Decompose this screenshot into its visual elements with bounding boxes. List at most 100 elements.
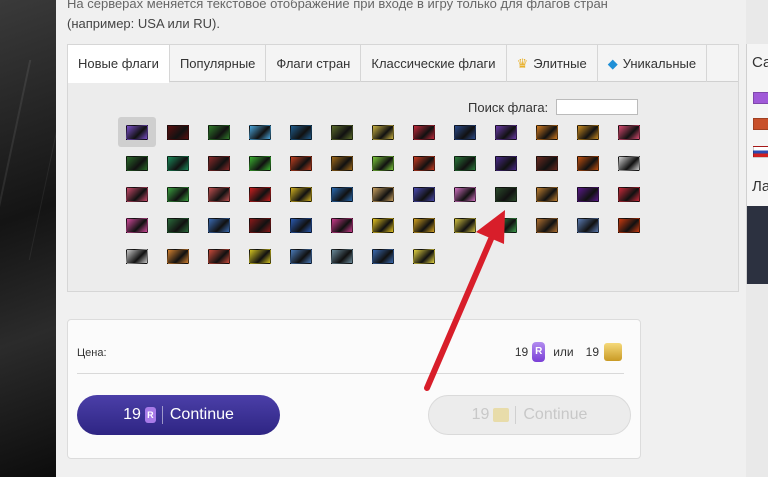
flag-item[interactable] xyxy=(126,218,148,233)
search-input[interactable] xyxy=(556,99,639,115)
ruby-icon: R xyxy=(532,342,546,362)
flag-item[interactable] xyxy=(495,218,517,233)
flag-item[interactable] xyxy=(577,187,599,202)
flag-item[interactable] xyxy=(331,156,353,171)
flag-item[interactable] xyxy=(249,125,271,140)
flag-item[interactable] xyxy=(126,187,148,202)
hint-line-1: На серверах меняется текстовое отображен… xyxy=(67,0,608,11)
flag-search: Поиск флага: xyxy=(468,99,639,115)
diamond-icon: ◆ xyxy=(607,55,618,71)
flag-item[interactable] xyxy=(208,249,230,264)
tab-label: Уникальные xyxy=(622,56,697,71)
flag-item[interactable] xyxy=(454,187,476,202)
flag-item[interactable] xyxy=(167,187,189,202)
flag-icon[interactable] xyxy=(753,92,768,104)
flag-item[interactable] xyxy=(126,156,148,171)
flag-item[interactable] xyxy=(495,187,517,202)
flag-icon[interactable] xyxy=(753,118,768,130)
tab-label: Элитные xyxy=(533,56,587,71)
button-amount: 19 xyxy=(471,406,490,423)
button-label: Continue xyxy=(523,406,588,423)
flag-item[interactable] xyxy=(372,218,394,233)
flag-item[interactable] xyxy=(372,156,394,171)
flag-item[interactable] xyxy=(577,156,599,171)
search-label: Поиск флага: xyxy=(468,99,549,115)
flag-item[interactable] xyxy=(577,125,599,140)
flag-item[interactable] xyxy=(331,218,353,233)
tab-popular[interactable]: Популярные xyxy=(170,45,267,82)
flag-item[interactable] xyxy=(413,249,435,264)
flag-item[interactable] xyxy=(290,249,312,264)
flag-item[interactable] xyxy=(454,125,476,140)
flag-item[interactable] xyxy=(372,249,394,264)
flag-item[interactable] xyxy=(167,125,189,140)
flag-item[interactable] xyxy=(249,156,271,171)
flag-item[interactable] xyxy=(372,187,394,202)
flag-item[interactable] xyxy=(454,218,476,233)
flag-icon[interactable] xyxy=(753,146,768,158)
flag-item[interactable] xyxy=(372,125,394,140)
flag-item[interactable] xyxy=(290,187,312,202)
price-label: Цена: xyxy=(77,347,107,359)
hint-text: На серверах меняется текстовое отображен… xyxy=(67,0,667,34)
flag-item[interactable] xyxy=(413,187,435,202)
flag-item[interactable] xyxy=(618,218,640,233)
tab-new-flags[interactable]: Новые флаги xyxy=(68,45,170,83)
flag-item[interactable] xyxy=(126,249,148,264)
price-or: или xyxy=(553,345,574,359)
flag-item[interactable] xyxy=(618,125,640,140)
continue-gold-button[interactable]: 19 Continue xyxy=(428,395,631,435)
button-separator xyxy=(161,406,163,424)
flag-item[interactable] xyxy=(290,125,312,140)
flag-item[interactable] xyxy=(413,218,435,233)
tab-unique[interactable]: ◆ Уникальные xyxy=(598,45,708,82)
flag-item[interactable] xyxy=(126,125,148,140)
background-artwork xyxy=(0,0,56,477)
flag-item[interactable] xyxy=(249,249,271,264)
right-panel-heading: Са xyxy=(752,54,768,71)
tab-label: Классические флаги xyxy=(371,56,496,71)
flag-item[interactable] xyxy=(331,125,353,140)
flag-item[interactable] xyxy=(536,218,558,233)
flag-item[interactable] xyxy=(167,156,189,171)
gold-icon xyxy=(604,343,622,361)
tab-label: Популярные xyxy=(179,56,256,71)
flag-item[interactable] xyxy=(577,218,599,233)
crown-icon: ♛ xyxy=(516,55,529,71)
button-amount: 19 xyxy=(123,406,141,423)
flag-panel: Новые флаги Популярные Флаги стран Класс… xyxy=(67,44,739,292)
tab-classic-flags[interactable]: Классические флаги xyxy=(361,45,507,82)
flag-item[interactable] xyxy=(208,156,230,171)
continue-ruby-button[interactable]: 19 R Continue xyxy=(77,395,280,435)
flag-item[interactable] xyxy=(290,218,312,233)
tab-country-flags[interactable]: Флаги стран xyxy=(266,45,362,82)
divider xyxy=(77,373,624,374)
flag-item[interactable] xyxy=(290,156,312,171)
flag-item[interactable] xyxy=(495,125,517,140)
tab-label: Флаги стран xyxy=(276,56,351,71)
flag-item[interactable] xyxy=(454,156,476,171)
flag-item[interactable] xyxy=(495,156,517,171)
flag-item[interactable] xyxy=(618,187,640,202)
flag-item[interactable] xyxy=(331,187,353,202)
flag-item[interactable] xyxy=(208,187,230,202)
price-panel: Цена: 19 R или 19 19 R Continue 19 Conti… xyxy=(67,319,641,459)
flag-item[interactable] xyxy=(167,218,189,233)
flag-item[interactable] xyxy=(331,249,353,264)
flag-item[interactable] xyxy=(413,125,435,140)
flag-item[interactable] xyxy=(413,156,435,171)
flag-item[interactable] xyxy=(536,187,558,202)
flag-item[interactable] xyxy=(167,249,189,264)
tab-elite[interactable]: ♛ Элитные xyxy=(507,45,598,82)
flag-item[interactable] xyxy=(208,218,230,233)
flag-item[interactable] xyxy=(536,125,558,140)
button-separator xyxy=(515,406,517,424)
right-side-panel: Са Ла xyxy=(746,44,768,284)
flag-item[interactable] xyxy=(249,218,271,233)
flag-item[interactable] xyxy=(618,156,640,171)
flag-item[interactable] xyxy=(536,156,558,171)
flag-item[interactable] xyxy=(208,125,230,140)
tab-bar: Новые флаги Популярные Флаги стран Класс… xyxy=(68,45,738,83)
flag-item[interactable] xyxy=(249,187,271,202)
ruby-icon: R xyxy=(144,407,156,423)
